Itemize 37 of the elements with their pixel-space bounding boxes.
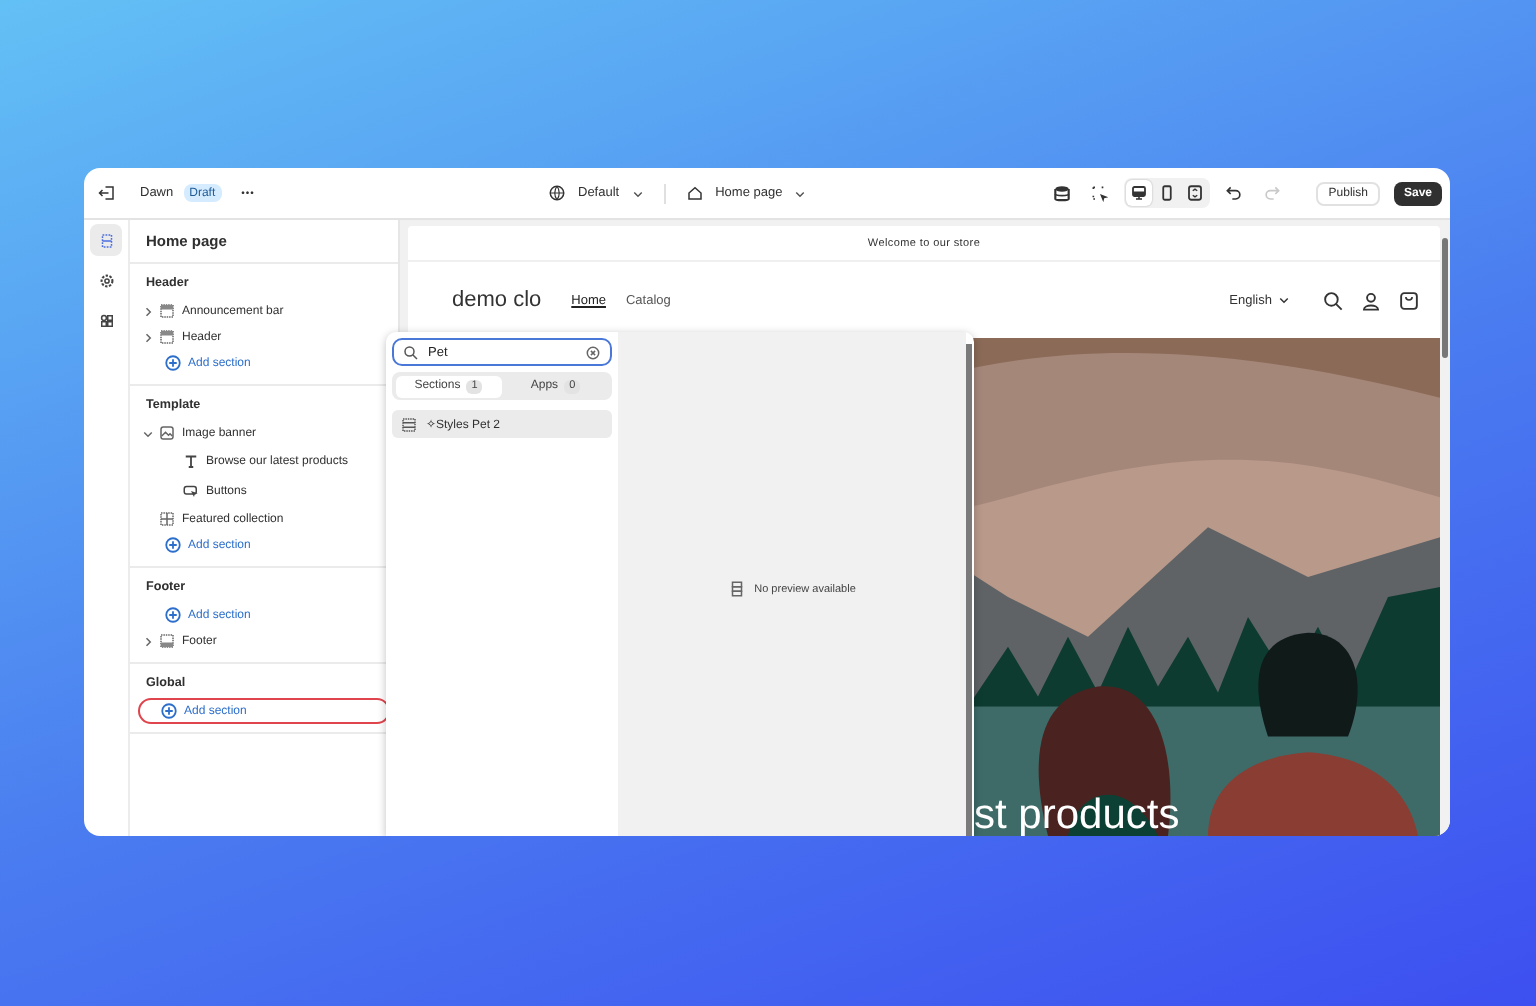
plus-circle-icon (160, 702, 178, 720)
button-cursor-icon (182, 482, 200, 500)
desktop-icon (1130, 184, 1149, 202)
cart-icon[interactable] (1398, 289, 1420, 311)
grid-icon (158, 510, 176, 528)
house-icon (685, 184, 704, 202)
clear-icon[interactable] (584, 343, 602, 361)
fullscreen-icon (1186, 184, 1205, 202)
settings-icon (97, 271, 115, 289)
apps-icon (97, 311, 115, 329)
chevron-down-icon[interactable] (142, 427, 154, 439)
plus-circle-icon (164, 606, 182, 624)
chevron-down-icon (794, 187, 807, 199)
plus-circle-icon (164, 354, 182, 372)
account-icon[interactable] (1360, 289, 1382, 311)
mobile-icon (1158, 184, 1177, 202)
chevron-right-icon[interactable] (142, 305, 154, 317)
chevron-right-icon[interactable] (142, 331, 154, 343)
stack-icon (728, 580, 747, 598)
search-icon[interactable] (1322, 289, 1344, 311)
text-icon (182, 452, 200, 470)
layout-icon (158, 328, 176, 346)
chevron-right-icon[interactable] (142, 635, 154, 647)
exit-icon[interactable] (98, 184, 116, 202)
sections-icon (97, 231, 115, 249)
chevron-down-icon (1278, 294, 1290, 306)
layout-icon (158, 302, 176, 320)
layout-icon (158, 632, 176, 650)
image-icon (158, 424, 176, 442)
search-icon (402, 343, 420, 361)
section-icon (400, 415, 418, 433)
chevron-down-icon (631, 187, 644, 199)
hero-heading: st products (974, 791, 1180, 836)
store-logo[interactable]: demo clo (452, 288, 542, 312)
globe-icon (548, 184, 566, 202)
plus-circle-icon (164, 536, 182, 554)
view-mode-button[interactable] (1126, 180, 1153, 206)
